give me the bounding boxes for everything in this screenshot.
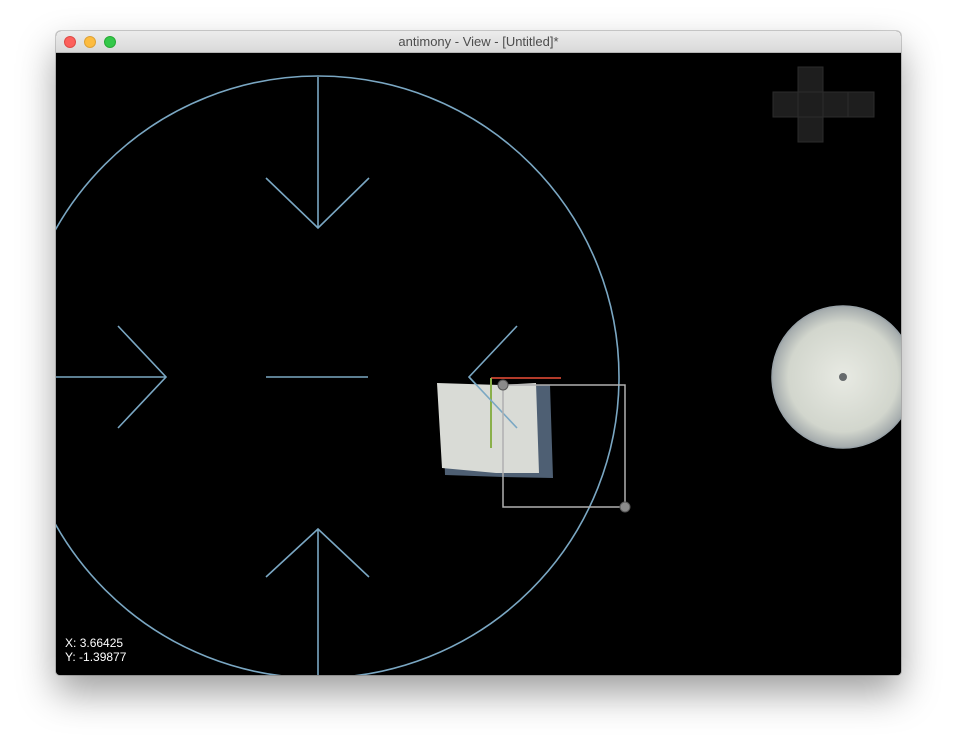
window-title: antimony - View - [Untitled]*	[398, 34, 559, 49]
x-coordinate-label: X:	[65, 636, 77, 650]
view-face-right[interactable]	[822, 91, 849, 118]
title-bar[interactable]: antimony - View - [Untitled]*	[56, 31, 901, 53]
view-face-top[interactable]	[797, 66, 824, 93]
app-window: antimony - View - [Untitled]* X: 3.66425…	[56, 31, 901, 675]
y-coordinate-label: Y:	[65, 650, 76, 664]
max-corner-handle[interactable]	[619, 501, 631, 513]
y-coordinate-value: -1.39877	[79, 650, 127, 664]
view-sphere-icon[interactable]	[771, 305, 901, 449]
viewport-canvas[interactable]	[56, 53, 901, 675]
view-face-front[interactable]	[797, 91, 824, 118]
circle-control[interactable]	[56, 75, 620, 675]
circle-radius-handle[interactable]	[56, 75, 620, 675]
view-face-bottom[interactable]	[797, 116, 824, 143]
view-face-back[interactable]	[847, 91, 875, 118]
3d-viewport[interactable]: X: 3.66425 Y: -1.39877	[56, 53, 901, 675]
x-coordinate-value: 3.66425	[79, 636, 124, 650]
orientation-cross-icon[interactable]	[772, 66, 875, 143]
view-sphere-center-dot	[839, 373, 847, 381]
min-corner-handle[interactable]	[497, 379, 509, 391]
cursor-coordinates: X: 3.66425 Y: -1.39877	[65, 636, 126, 664]
rendered-shape	[437, 383, 553, 478]
view-face-left[interactable]	[772, 91, 799, 118]
